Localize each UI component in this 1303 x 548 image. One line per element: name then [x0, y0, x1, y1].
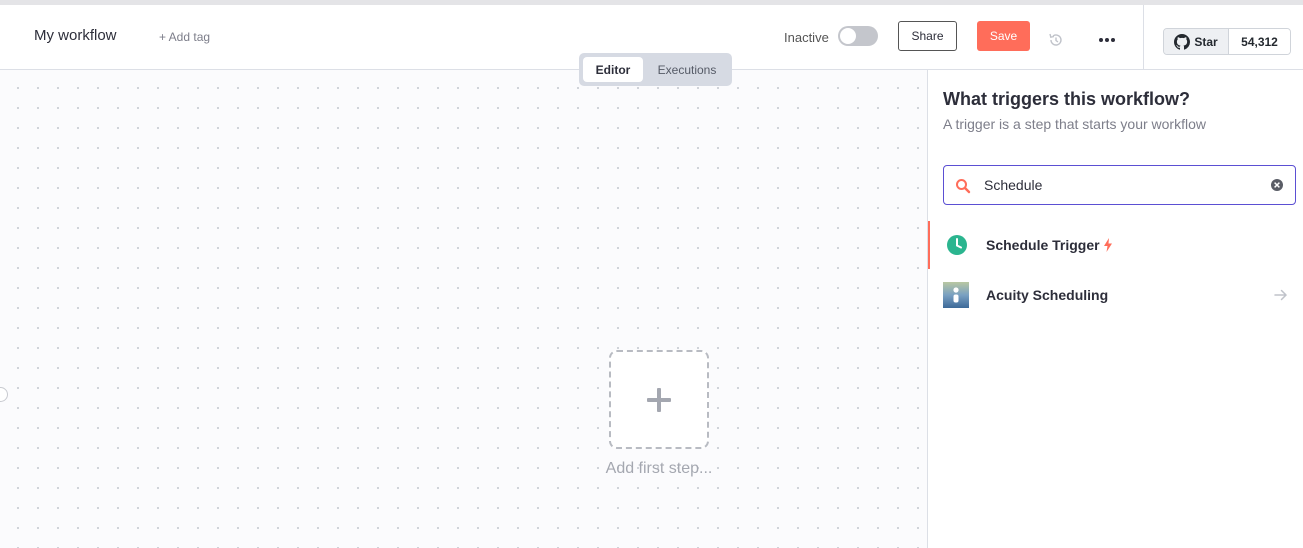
add-tag-link[interactable]: + Add tag [159, 30, 210, 44]
workflow-canvas[interactable] [0, 70, 927, 548]
add-first-step-label: Add first step... [605, 460, 713, 477]
github-star-count[interactable]: 54,312 [1229, 29, 1290, 54]
clear-search-icon[interactable] [1270, 178, 1284, 192]
more-options-icon[interactable] [1097, 32, 1117, 48]
arrow-right-icon [1274, 289, 1288, 301]
panel-title: What triggers this workflow? [943, 89, 1191, 109]
node-creator-panel: What triggers this workflow? A trigger i… [927, 70, 1303, 548]
github-star-button[interactable]: Star [1164, 29, 1229, 54]
add-first-step-button[interactable] [609, 350, 709, 449]
tab-editor[interactable]: Editor [583, 57, 643, 82]
view-tabs: Editor Executions [579, 53, 732, 86]
save-button[interactable]: Save [977, 21, 1030, 51]
toggle-knob [840, 28, 856, 44]
share-button[interactable]: Share [898, 21, 957, 51]
workflow-name[interactable]: My workflow [34, 27, 117, 44]
search-icon [956, 179, 971, 194]
active-toggle[interactable] [838, 26, 878, 46]
result-schedule-trigger[interactable]: Schedule Trigger [928, 221, 1303, 269]
history-icon[interactable] [1048, 32, 1064, 48]
header-divider [1143, 5, 1144, 70]
github-star-widget[interactable]: Star 54,312 [1163, 28, 1291, 55]
clock-icon [947, 235, 967, 255]
github-star-label: Star [1194, 34, 1218, 49]
panel-subtitle: A trigger is a step that starts your wor… [943, 116, 1206, 132]
tab-executions[interactable]: Executions [646, 57, 728, 82]
trigger-search-box[interactable] [943, 165, 1296, 205]
canvas-edge-handle[interactable] [0, 387, 8, 402]
github-icon [1174, 33, 1191, 50]
search-input[interactable] [984, 174, 1264, 196]
result-label: Schedule Trigger [986, 237, 1100, 253]
result-acuity-scheduling[interactable]: Acuity Scheduling [928, 271, 1303, 319]
acuity-logo-icon [943, 282, 969, 308]
active-status-label: Inactive [784, 30, 829, 45]
result-label: Acuity Scheduling [986, 287, 1109, 303]
bolt-icon [1104, 238, 1112, 252]
plus-icon [647, 387, 671, 412]
